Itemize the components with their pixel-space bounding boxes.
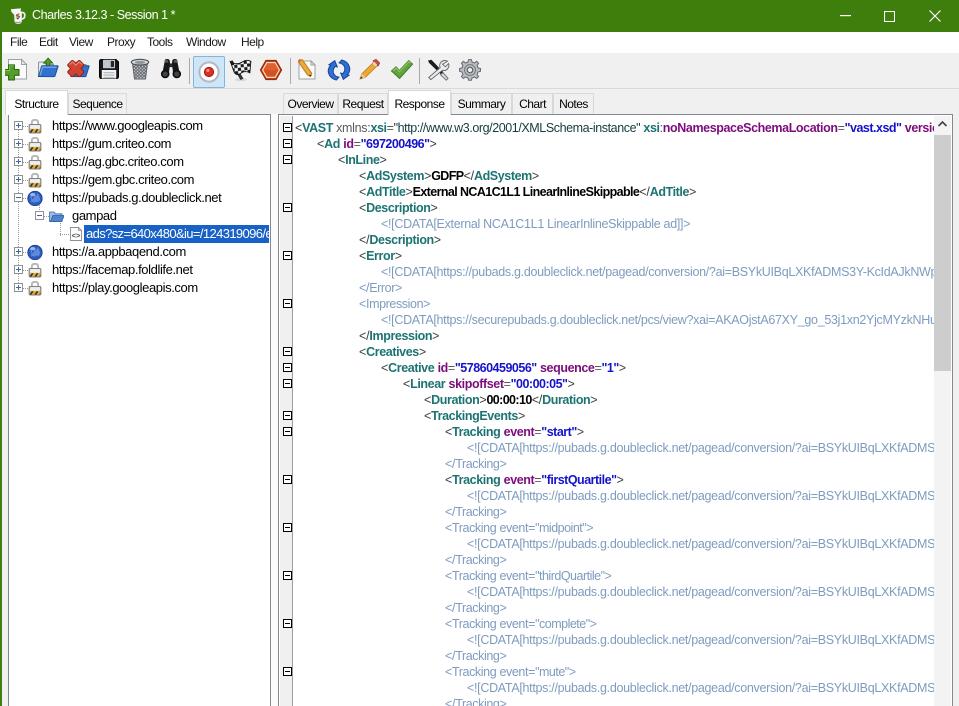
svg-text:<>: <> — [72, 231, 81, 240]
